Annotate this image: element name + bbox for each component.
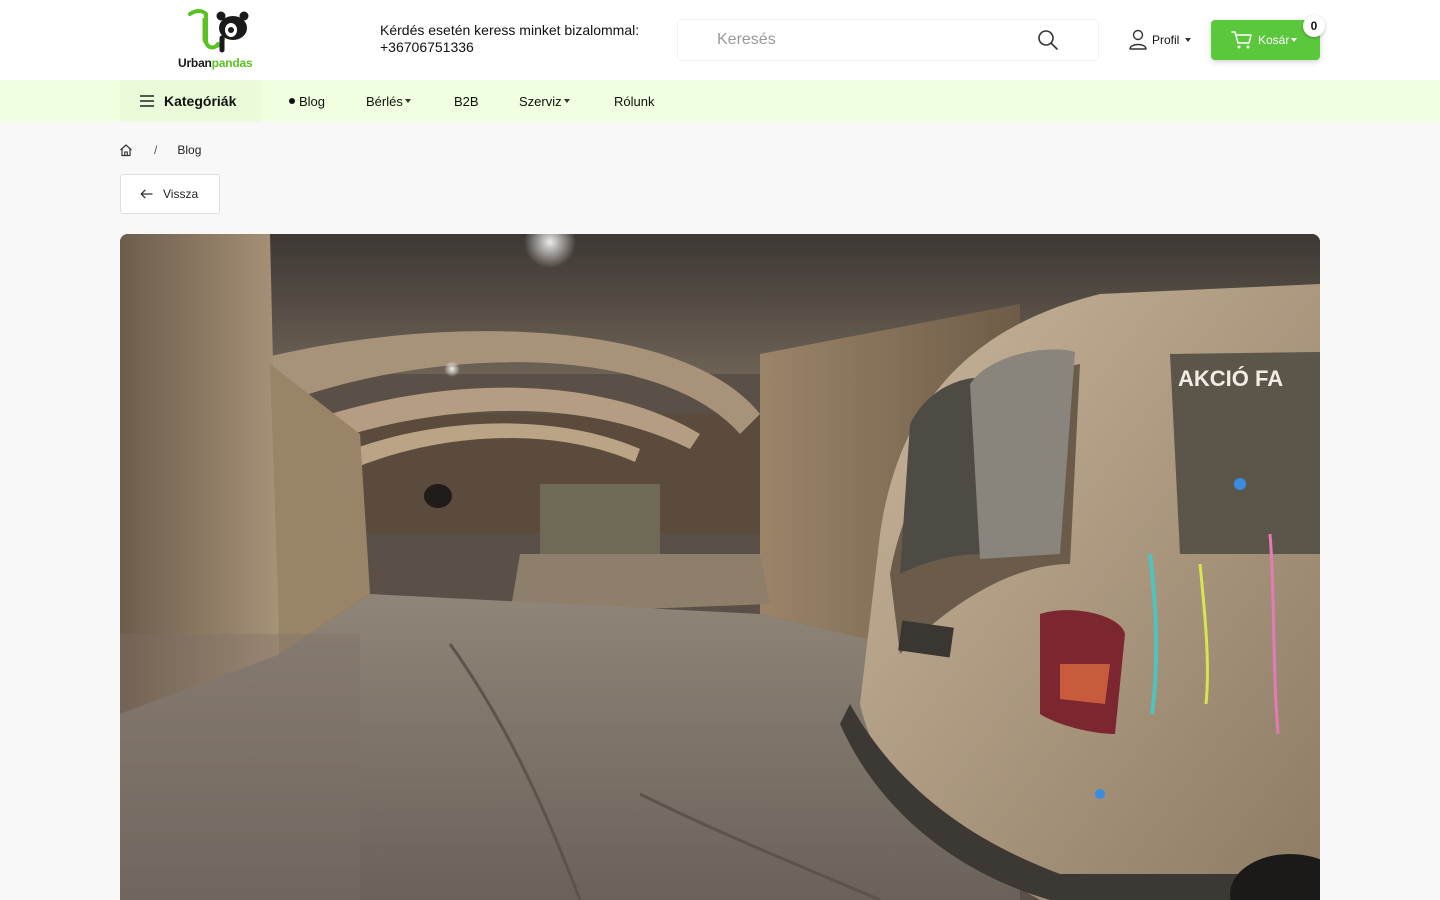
main-navigation: Kategóriák Blog Bérlés B2B Szerviz Rólun…	[0, 80, 1440, 122]
search-bar	[678, 20, 1098, 60]
breadcrumb-current: Blog	[177, 143, 202, 157]
contact-text: Kérdés esetén keress minket bizalommal:	[380, 22, 640, 38]
hamburger-icon	[140, 95, 154, 107]
categories-menu[interactable]: Kategóriák	[120, 80, 261, 122]
chevron-down-icon	[404, 99, 411, 103]
profile-menu[interactable]: Profil	[1128, 28, 1192, 52]
panda-logo-icon	[188, 9, 249, 53]
breadcrumb-separator: /	[154, 143, 158, 157]
arrow-left-icon	[140, 189, 153, 199]
nav-item-blog[interactable]: Blog	[289, 80, 325, 122]
cart-label: Kosár	[1258, 33, 1290, 47]
chevron-down-icon	[563, 99, 570, 103]
nav-item-label: Bérlés	[366, 93, 403, 109]
chevron-down-icon	[1291, 38, 1298, 42]
contact-info: Kérdés esetén keress minket bizalommal: …	[380, 22, 639, 56]
nav-item-about[interactable]: Rólunk	[614, 80, 654, 122]
nav-item-rental[interactable]: Bérlés	[366, 80, 411, 122]
nav-item-label: Szerviz	[519, 93, 562, 109]
logo-wordmark: Urbanpandas	[178, 56, 253, 70]
nav-item-service[interactable]: Szerviz	[519, 80, 570, 122]
tunnel-photo: AKCIÓ FA	[120, 234, 1320, 900]
profile-label: Profil	[1152, 33, 1180, 47]
active-dot-icon	[289, 98, 295, 104]
back-button-label: Vissza	[163, 187, 199, 201]
breadcrumb: / Blog	[119, 141, 201, 159]
blog-hero-image: AKCIÓ FA	[120, 234, 1320, 900]
search-button[interactable]	[1034, 26, 1062, 54]
categories-label: Kategóriák	[164, 93, 237, 109]
van-lettering: AKCIÓ FA	[1178, 366, 1283, 391]
search-icon	[1038, 30, 1058, 50]
nav-item-b2b[interactable]: B2B	[454, 80, 479, 122]
site-header: Urbanpandas Kérdés esetén keress minket …	[0, 0, 1440, 80]
search-input[interactable]	[678, 20, 1028, 60]
back-button[interactable]: Vissza	[120, 174, 220, 214]
logo-text-urban: Urban	[178, 56, 212, 70]
home-icon[interactable]	[119, 143, 133, 157]
nav-item-label: Rólunk	[614, 93, 655, 109]
chevron-down-icon	[1185, 38, 1192, 42]
nav-item-label: B2B	[454, 93, 479, 109]
logo-text-pandas: pandas	[211, 56, 253, 70]
cart-icon	[1231, 31, 1252, 49]
contact-phone[interactable]: +36706751336	[380, 39, 639, 56]
user-icon	[1129, 29, 1147, 50]
urbanpandas-logo[interactable]: Urbanpandas	[178, 8, 264, 72]
cart-count-badge: 0	[1303, 15, 1325, 37]
nav-item-label: Blog	[299, 93, 326, 109]
